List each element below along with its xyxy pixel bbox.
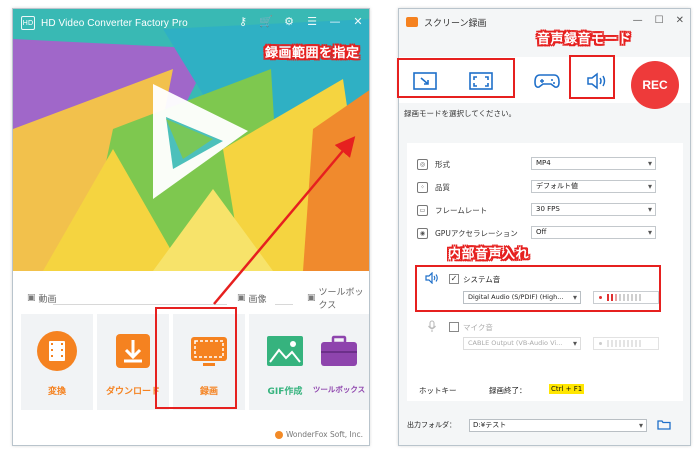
key-icon[interactable]: ⚷ — [236, 15, 250, 29]
download-icon — [116, 334, 150, 368]
format-icon: ◎ — [417, 158, 428, 170]
format-label: 形式 — [435, 159, 450, 169]
tile-download-label: ダウンロード — [105, 387, 160, 397]
level-dot — [599, 342, 602, 345]
mic-audio-row: マイク音 — [449, 320, 493, 334]
mode-hint: 録画モードを選択してください。 — [404, 109, 517, 118]
format-select[interactable]: MP4 — [531, 157, 656, 170]
gpu-label: GPUアクセラレーション — [435, 228, 518, 238]
level-bar — [627, 340, 629, 347]
recorder-logo-icon — [406, 17, 418, 27]
close-icon[interactable]: ✕ — [351, 15, 365, 29]
close-icon[interactable]: ✕ — [676, 15, 684, 26]
highlight-system-audio — [415, 265, 661, 312]
section-video-label: 動画 — [38, 294, 57, 305]
company-footer: WonderFox Soft, Inc. — [274, 430, 363, 439]
wonderfox-logo-icon — [274, 430, 283, 439]
hotkey-value[interactable]: Ctrl + F1 — [549, 384, 585, 394]
quality-label: 品質 — [435, 182, 450, 192]
mic-audio-checkbox[interactable] — [449, 322, 459, 332]
microphone-icon — [428, 320, 436, 332]
callout-record-range: 録画範囲を指定 — [265, 46, 360, 61]
cart-icon[interactable]: 🛒 — [259, 15, 273, 29]
highlight-audio-button — [569, 55, 615, 99]
film-convert-icon — [37, 331, 77, 371]
hotkey-label: ホットキー — [419, 386, 457, 395]
quality-select[interactable]: デフォルト値 — [531, 180, 656, 193]
footer-text: WonderFox Soft, Inc. — [285, 430, 363, 439]
output-folder-field[interactable]: D:¥テスト — [469, 419, 647, 432]
mic-device-select[interactable]: CABLE Output (VB-Audio Vi... — [463, 337, 581, 350]
app-title: HD Video Converter Factory Pro — [41, 17, 188, 29]
callout-audio-mode: 音声録音モード — [537, 32, 632, 47]
output-folder-label: 出力フォルダ： — [407, 421, 456, 429]
divider — [53, 304, 227, 305]
folder-icon[interactable] — [657, 419, 671, 430]
game-mode-button[interactable] — [527, 65, 567, 97]
level-bar — [607, 340, 609, 347]
section-image: ▣ 画像 — [237, 291, 267, 305]
framerate-select[interactable]: 30 FPS — [531, 203, 656, 216]
tile-toolbox[interactable]: ツールボックス — [307, 314, 369, 410]
framerate-icon: ▭ — [417, 204, 428, 216]
gif-image-icon — [267, 336, 303, 366]
tile-convert[interactable]: 変換 — [21, 314, 93, 410]
section-toolbox-label: ツールボックス — [318, 288, 364, 311]
hotkey-action: 録画終了： — [489, 386, 527, 395]
minimize-icon[interactable]: — — [328, 15, 342, 29]
level-bar — [611, 340, 613, 347]
toolbox-icon — [321, 335, 357, 366]
section-toolbox: ▣ ツールボックス — [307, 288, 369, 311]
toolbox-section-icon: ▣ — [307, 293, 316, 303]
left-titlebar: HD HD Video Converter Factory Pro ⚷ 🛒 ⚙ … — [13, 9, 369, 37]
gpu-row: ◉ GPUアクセラレーション — [417, 225, 518, 241]
section-image-label: 画像 — [248, 294, 267, 305]
level-bar — [639, 340, 641, 347]
callout-internal-audio: 内部音声入れ — [448, 247, 530, 262]
minimize-icon[interactable]: — — [633, 15, 643, 26]
quality-row: ⁘ 品質 — [417, 179, 450, 195]
image-section-icon: ▣ — [237, 293, 246, 303]
video-section-icon: ▣ — [27, 293, 36, 303]
gpu-select[interactable]: Off — [531, 226, 656, 239]
tile-convert-label: 変換 — [47, 387, 66, 397]
level-bar — [615, 340, 617, 347]
level-bar — [623, 340, 625, 347]
divider — [275, 304, 293, 305]
level-bar — [619, 340, 621, 347]
maximize-icon[interactable]: ☐ — [655, 15, 664, 26]
gpu-icon: ◉ — [417, 227, 428, 239]
menu-icon[interactable]: ☰ — [305, 15, 319, 29]
gear-icon[interactable]: ⚙ — [282, 15, 296, 29]
section-video: ▣ 動画 — [27, 291, 57, 305]
quality-icon: ⁘ — [417, 181, 428, 193]
output-folder-row: 出力フォルダ： — [407, 418, 456, 432]
highlight-record-tile — [155, 307, 237, 409]
recorder-title: スクリーン録画 — [424, 18, 487, 29]
mic-audio-label: マイク音 — [463, 322, 493, 332]
tile-toolbox-label: ツールボックス — [312, 385, 366, 394]
level-bar — [635, 340, 637, 347]
framerate-label: フレームレート — [435, 205, 488, 215]
rec-button[interactable]: REC — [631, 61, 679, 109]
level-bar — [631, 340, 633, 347]
framerate-row: ▭ フレームレート — [417, 202, 487, 218]
app-logo-icon: HD — [21, 16, 35, 30]
tile-gif-label: GIF作成 — [267, 387, 303, 397]
mic-level-meter — [593, 337, 659, 350]
gamepad-icon — [534, 74, 560, 88]
format-row: ◎ 形式 — [417, 156, 450, 172]
highlight-region-buttons — [397, 58, 515, 98]
